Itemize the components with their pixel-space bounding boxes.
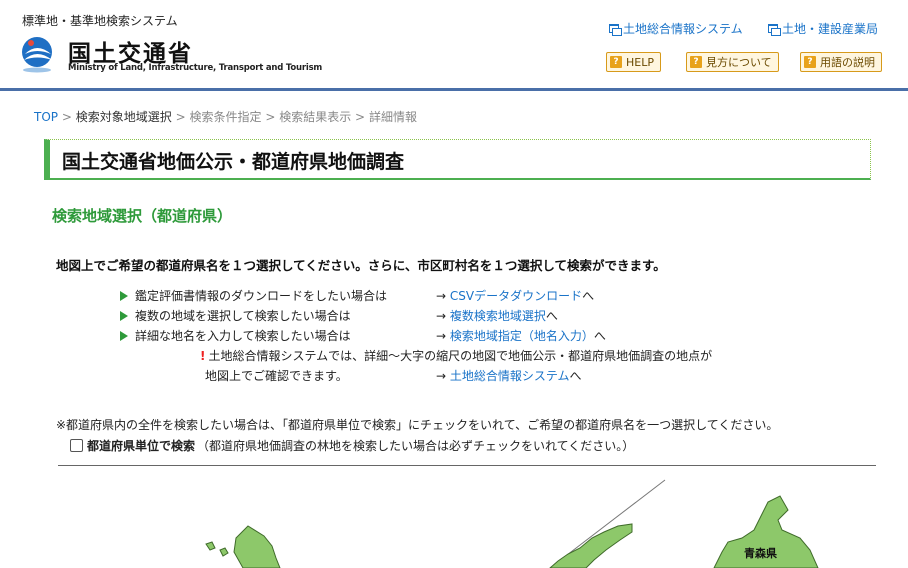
- option-item: 複数の地域を選択して検索したい場合は: [120, 307, 351, 324]
- option-link-row: → 複数検索地域選択へ: [436, 307, 558, 324]
- land-info-system-link[interactable]: 土地総合情報システム: [609, 20, 743, 37]
- section-title: 検索地域選択（都道府県）: [52, 207, 233, 225]
- prefecture-label-aomori[interactable]: 青森県: [744, 546, 777, 560]
- link-suffix: へ: [593, 329, 606, 343]
- triangle-bullet-icon: [120, 291, 128, 301]
- option-item: 鑑定評価書情報のダウンロードをしたい場合は: [120, 287, 387, 304]
- system-title: 標準地・基準地検索システム: [22, 14, 178, 28]
- breadcrumb-current-step: 検索対象地域選択: [75, 110, 172, 124]
- checkbox-label: 都道府県単位で検索: [87, 439, 196, 453]
- prefecture-search-remark: ※都道府県内の全件を検索したい場合は、「都道府県単位で検索」にチェックをいれて、…: [56, 418, 779, 432]
- land-info-note: ! 土地総合情報システムでは、詳細～大字の縮尺の地図で地価公示・都道府県地価調査の…: [200, 347, 712, 364]
- breadcrumb-step: 検索結果表示: [279, 110, 352, 124]
- land-construction-bureau-label: 土地・建設産業局: [782, 22, 879, 36]
- option-text: 詳細な地名を入力して検索したい場合は: [135, 329, 351, 343]
- land-construction-bureau-link[interactable]: 土地・建設産業局: [768, 20, 878, 37]
- header-divider: [0, 88, 908, 91]
- page-title: 国土交通省地価公示・都道府県地価調査: [62, 151, 405, 173]
- question-icon: ?: [804, 56, 816, 68]
- checkbox-hint: （都道府県地価調査の林地を検索したい場合は必ずチェックをいれてください。）: [197, 439, 635, 453]
- glossary-button[interactable]: ? 用語の説明: [800, 52, 882, 72]
- external-window-icon: [609, 24, 622, 36]
- prefecture-shape-okinawa-area[interactable]: [233, 525, 281, 568]
- breadcrumb-separator: >: [265, 110, 276, 124]
- breadcrumb-separator: >: [61, 110, 72, 124]
- arrow-icon: →: [436, 309, 447, 323]
- prefecture-map[interactable]: 青森県: [58, 466, 876, 568]
- prefecture-unit-checkbox[interactable]: [70, 439, 83, 452]
- note-line-2: 地図上でご確認できます。: [205, 369, 348, 383]
- island-shape[interactable]: [219, 547, 229, 557]
- land-info-system-note-link[interactable]: 土地総合情報システム: [450, 369, 570, 383]
- ministry-name-en: Ministry of Land, Infrastructure, Transp…: [68, 63, 323, 73]
- help-button[interactable]: ? HELP: [606, 52, 661, 72]
- triangle-bullet-icon: [120, 331, 128, 341]
- question-icon: ?: [690, 56, 702, 68]
- link-suffix: へ: [569, 369, 582, 383]
- breadcrumb-top-link[interactable]: TOP: [34, 110, 58, 124]
- prefecture-shape-hokkaido-tip[interactable]: [549, 523, 633, 568]
- breadcrumb-separator: >: [355, 110, 366, 124]
- option-text: 複数の地域を選択して検索したい場合は: [135, 309, 351, 323]
- breadcrumb: TOP > 検索対象地域選択 > 検索条件指定 > 検索結果表示 > 詳細情報: [34, 108, 417, 125]
- link-suffix: へ: [545, 309, 558, 323]
- glossary-button-label: 用語の説明: [820, 56, 875, 69]
- breadcrumb-separator: >: [175, 110, 186, 124]
- option-item: 詳細な地名を入力して検索したい場合は: [120, 327, 351, 344]
- csv-download-link[interactable]: CSVデータダウンロード: [450, 289, 582, 303]
- prefecture-unit-search-option[interactable]: 都道府県単位で検索 （都道府県地価調査の林地を検索したい場合は必ずチェックをいれ…: [70, 437, 634, 454]
- option-link-row: → CSVデータダウンロードへ: [436, 287, 594, 304]
- how-to-read-button-label: 見方について: [706, 56, 772, 69]
- arrow-icon: →: [436, 289, 447, 303]
- question-icon: ?: [610, 56, 622, 68]
- ministry-logo-icon[interactable]: [20, 34, 56, 74]
- place-name-search-link[interactable]: 検索地域指定（地名入力）: [450, 329, 594, 343]
- breadcrumb-step: 詳細情報: [368, 110, 417, 124]
- warning-icon: !: [200, 349, 206, 363]
- note-line-1: 土地総合情報システムでは、詳細～大字の縮尺の地図で地価公示・都道府県地価調査の地…: [208, 349, 713, 363]
- island-shape[interactable]: [205, 541, 216, 551]
- option-link-row: → 検索地域指定（地名入力）へ: [436, 327, 606, 344]
- instructions-text: 地図上でご希望の都道府県名を１つ選択してください。さらに、市区町村名を１つ選択し…: [56, 258, 666, 273]
- note-link-row: → 土地総合情報システムへ: [436, 367, 582, 384]
- link-suffix: へ: [582, 289, 595, 303]
- how-to-read-button[interactable]: ? 見方について: [686, 52, 779, 72]
- site-header: 標準地・基準地検索システム 国土交通省 Ministry of Land, In…: [0, 0, 908, 92]
- external-window-icon: [768, 24, 781, 36]
- multi-region-search-link[interactable]: 複数検索地域選択: [450, 309, 546, 323]
- page-title-box: 国土交通省地価公示・都道府県地価調査: [44, 139, 871, 180]
- help-button-label: HELP: [626, 55, 654, 69]
- option-text: 鑑定評価書情報のダウンロードをしたい場合は: [135, 289, 388, 303]
- arrow-icon: →: [436, 369, 447, 383]
- breadcrumb-step: 検索条件指定: [189, 110, 262, 124]
- triangle-bullet-icon: [120, 311, 128, 321]
- land-info-system-label: 土地総合情報システム: [623, 22, 743, 36]
- arrow-icon: →: [436, 329, 447, 343]
